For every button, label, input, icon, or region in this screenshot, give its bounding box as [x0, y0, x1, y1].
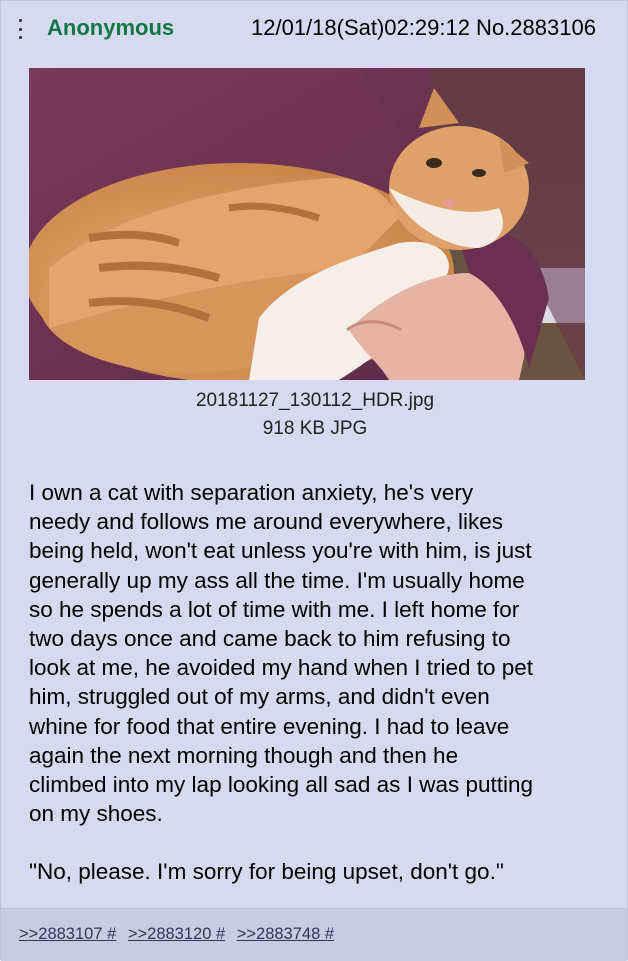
post-image[interactable]	[29, 68, 585, 380]
post-datetime-number[interactable]: 12/01/18(Sat)02:29:12 No.2883106	[251, 15, 596, 41]
reply-link[interactable]: >>2883107 #	[19, 925, 116, 943]
reply-link[interactable]: >>2883748 #	[237, 925, 334, 943]
post-menu-icon[interactable]	[17, 19, 23, 39]
post-message: I own a cat with separation anxiety, he'…	[29, 478, 614, 887]
file-size-info: 918 KB JPG	[262, 418, 368, 439]
post-container: Anonymous 12/01/18(Sat)02:29:12 No.28831…	[0, 0, 628, 961]
reply-link[interactable]: >>2883120 #	[128, 925, 225, 943]
file-name-link[interactable]: 20181127_130112_HDR.jpg	[1, 390, 628, 412]
post-body-text: I own a cat with separation anxiety, he'…	[29, 480, 534, 827]
poster-name: Anonymous	[47, 15, 175, 40]
cat-photo	[29, 68, 585, 380]
reply-links: >>2883107 # >>2883120 # >>2883748 #	[19, 925, 341, 944]
replies-bar: >>2883107 # >>2883120 # >>2883748 #	[1, 908, 627, 961]
post-quote-line: "No, please. I'm sorry for being upset, …	[29, 859, 504, 885]
post-header: Anonymous 12/01/18(Sat)02:29:12 No.28831…	[1, 1, 627, 55]
